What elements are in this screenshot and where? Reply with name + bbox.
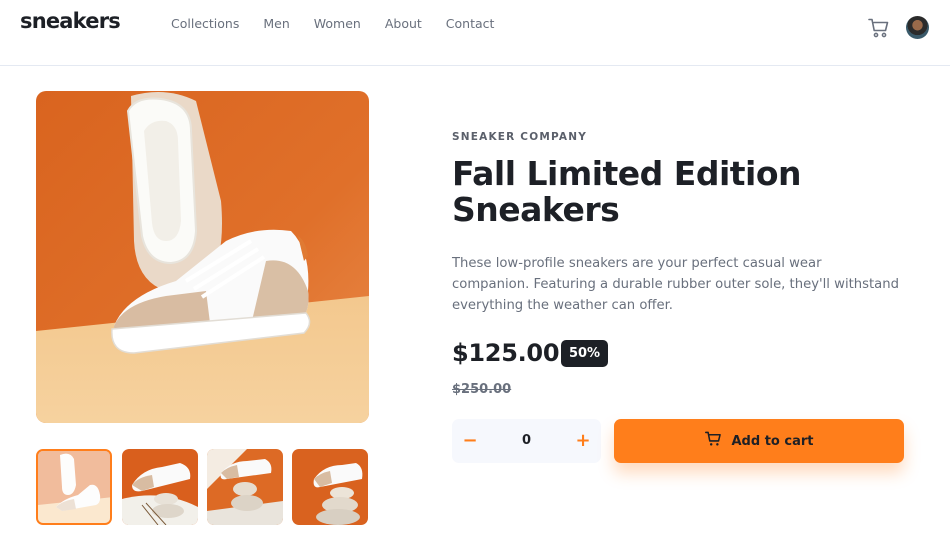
nav-women[interactable]: Women — [314, 16, 361, 31]
cart-icon — [704, 431, 722, 451]
avatar[interactable] — [906, 16, 929, 39]
thumbnail-2[interactable] — [122, 449, 198, 525]
site-header: sneakers Collections Men Women About Con… — [0, 0, 950, 66]
nav-collections[interactable]: Collections — [171, 16, 239, 31]
increase-quantity-button[interactable]: + — [565, 419, 601, 463]
logo[interactable]: sneakers — [20, 9, 121, 33]
product-description: These low-profile sneakers are your perf… — [452, 256, 899, 313]
add-to-cart-button[interactable]: Add to cart — [614, 419, 904, 463]
discount-badge: 50% — [561, 340, 608, 367]
nav-men[interactable]: Men — [263, 16, 289, 31]
main-nav: Collections Men Women About Contact — [171, 16, 518, 31]
thumbnail-1[interactable] — [36, 449, 112, 525]
decrease-quantity-button[interactable]: − — [452, 419, 488, 463]
quantity-value[interactable]: 0 — [488, 419, 565, 463]
nav-contact[interactable]: Contact — [446, 16, 495, 31]
add-to-cart-label: Add to cart — [731, 433, 814, 449]
quantity-stepper: − 0 + — [452, 419, 601, 463]
product-title: Fall Limited Edition Sneakers — [452, 154, 802, 229]
thumbnail-4[interactable] — [292, 449, 368, 525]
nav-about[interactable]: About — [385, 16, 422, 31]
original-price: $250.00 — [452, 382, 512, 397]
product-main-image[interactable] — [36, 91, 369, 423]
company-label: SNEAKER COMPANY — [452, 131, 588, 143]
cart-icon[interactable] — [868, 17, 890, 39]
current-price: $125.00 — [452, 339, 560, 367]
thumbnail-3[interactable] — [207, 449, 283, 525]
